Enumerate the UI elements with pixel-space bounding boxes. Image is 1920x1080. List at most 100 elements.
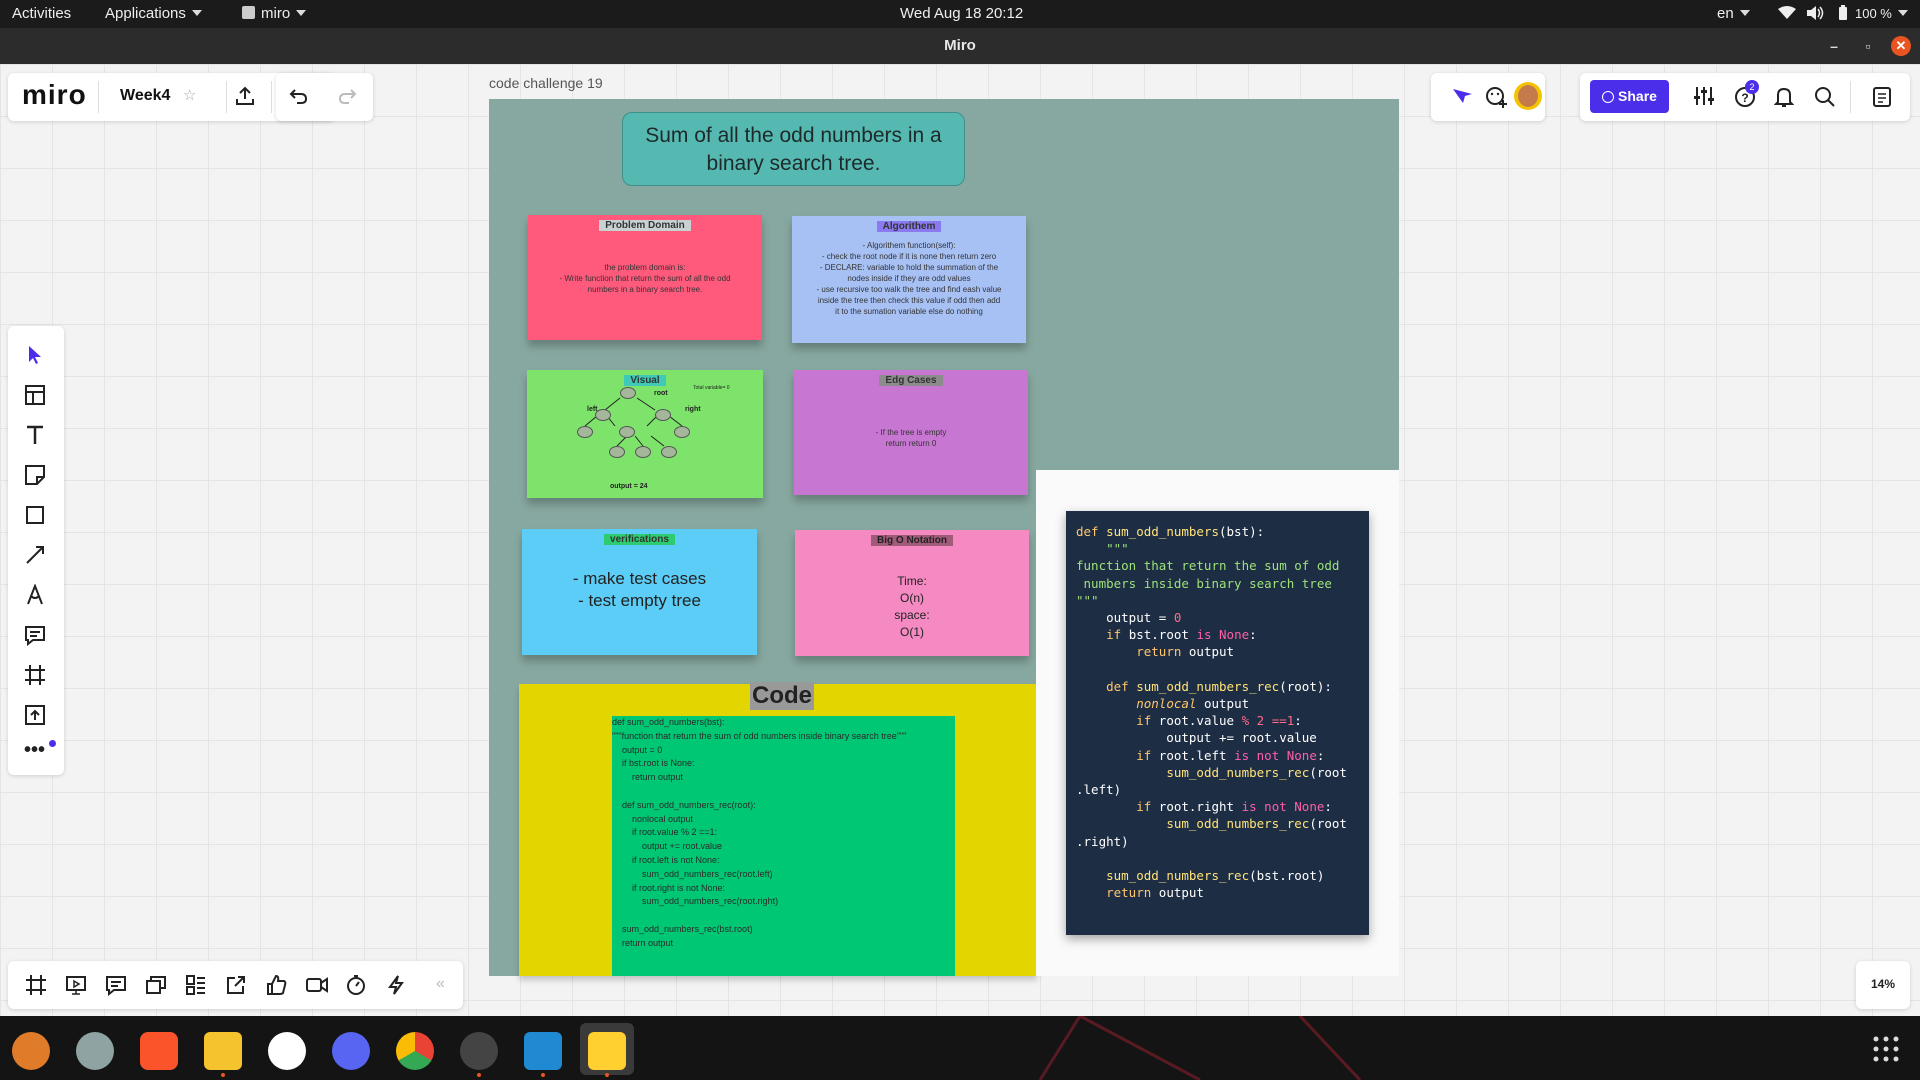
discord-icon[interactable] [332, 1032, 370, 1070]
wallpaper-lines [1038, 1016, 1362, 1080]
battery-icon[interactable] [1838, 5, 1848, 25]
sticky-line: - make test cases [572, 569, 707, 588]
frame-title[interactable]: code challenge 19 [489, 75, 603, 91]
search-icon[interactable] [1814, 86, 1836, 113]
app-menu-label: miro [261, 5, 291, 22]
divider [226, 81, 227, 113]
tree-node [609, 446, 625, 458]
collapse-icon[interactable]: « [436, 975, 445, 993]
chat-icon[interactable] [105, 974, 127, 1001]
code-heading[interactable]: Code [750, 682, 814, 710]
presentation-icon[interactable] [65, 974, 87, 1001]
settings-sliders-icon[interactable] [1693, 86, 1715, 111]
sticky-visual[interactable]: Visual Total variable= 0 root left right… [527, 370, 763, 498]
sticky-heading: Problem Domain [599, 220, 691, 231]
frames-icon[interactable] [25, 974, 47, 1001]
sticky-algorithm[interactable]: Algorithem - Algorithem function(self): … [792, 216, 1026, 343]
tree-node [635, 446, 651, 458]
sticky-body: - Algorithem function(self): - check the… [792, 240, 1026, 317]
wifi-icon[interactable] [1778, 6, 1796, 24]
minimize-icon[interactable]: – [1824, 36, 1844, 56]
sticky-big-o[interactable]: Big O Notation Time: O(n) space: O(1) [795, 530, 1029, 656]
volume-icon[interactable] [1806, 6, 1824, 24]
clock[interactable]: Wed Aug 18 20:12 [900, 5, 1023, 22]
settings-app-icon[interactable] [76, 1032, 114, 1070]
miro-small-icon [242, 6, 255, 19]
brave-browser-icon[interactable] [140, 1032, 178, 1070]
share-screen-icon[interactable] [225, 974, 247, 1001]
miro-app-icon[interactable] [588, 1032, 626, 1070]
ubuntu-software-icon[interactable] [12, 1032, 50, 1070]
avatar[interactable] [1514, 82, 1542, 110]
code-text-block[interactable]: def sum_odd_numbers(bst): """function th… [612, 716, 955, 976]
globe-icon [1602, 91, 1615, 103]
files-app-icon[interactable] [204, 1032, 242, 1070]
templates-icon[interactable] [24, 384, 48, 408]
tree-node [577, 426, 593, 438]
sticky-line: - If the tree is empty [875, 428, 947, 437]
lightning-icon[interactable] [385, 974, 407, 1001]
slack-icon[interactable] [268, 1032, 306, 1070]
reactions-icon[interactable] [1451, 87, 1473, 112]
app-menu[interactable]: miro [242, 5, 307, 22]
zoom-panel[interactable]: 14% [1856, 961, 1910, 1009]
shape-tool-icon[interactable] [24, 504, 48, 528]
running-indicator [541, 1073, 545, 1077]
text-tool-icon[interactable] [24, 424, 48, 448]
board-name[interactable]: Week4 [120, 87, 170, 105]
kanban-icon[interactable] [185, 974, 207, 1001]
connector-line-icon[interactable] [24, 544, 48, 568]
sticky-line: - use recursive too walk the tree and fi… [816, 285, 1002, 294]
sticky-line: - test empty tree [578, 591, 701, 610]
select-tool-icon[interactable] [24, 344, 48, 368]
share-button[interactable]: Share [1590, 80, 1669, 113]
applications-menu[interactable]: Applications [105, 5, 202, 22]
board-canvas[interactable]: miro Week4 ☆ Share ? 2 ••• « 14% code ch… [0, 64, 1920, 1016]
battery-percentage[interactable]: 100 % [1855, 6, 1908, 21]
close-icon[interactable]: ✕ [1891, 36, 1911, 56]
sticky-note-icon[interactable] [24, 464, 48, 488]
miro-logo[interactable]: miro [22, 79, 87, 111]
frame-tool-icon[interactable] [24, 664, 48, 688]
cards-icon[interactable] [145, 974, 167, 1001]
sticky-line: the problem domain is: [604, 263, 686, 272]
upload-icon[interactable] [24, 704, 48, 728]
sticky-verifications[interactable]: verifications - make test cases - test e… [522, 529, 757, 655]
comment-icon[interactable] [24, 624, 48, 648]
video-call-icon[interactable] [305, 974, 329, 1001]
terminal-icon[interactable] [460, 1032, 498, 1070]
chrome-icon[interactable] [396, 1032, 434, 1070]
pen-tool-icon[interactable] [24, 583, 48, 608]
vscode-icon[interactable] [524, 1032, 562, 1070]
sticky-line: - check the root node if it is none then… [821, 252, 997, 261]
maximize-icon[interactable]: ▫ [1858, 36, 1878, 56]
activities-button[interactable]: Activities [12, 5, 71, 22]
board-list-icon[interactable] [1872, 86, 1892, 113]
timer-icon[interactable] [345, 974, 367, 1001]
window-title: Miro [944, 37, 976, 54]
redo-icon[interactable] [337, 86, 359, 111]
right-toolbar-panel: Share ? 2 [1580, 73, 1910, 121]
divider [271, 81, 272, 113]
collaboration-toolbar: « [8, 961, 463, 1009]
running-indicator [221, 1073, 225, 1077]
undo-icon[interactable] [287, 86, 309, 111]
running-indicator [477, 1073, 481, 1077]
language-indicator[interactable]: en [1717, 5, 1750, 22]
star-icon[interactable]: ☆ [183, 86, 196, 104]
export-icon[interactable] [234, 85, 256, 112]
board-heading-shape[interactable]: Sum of all the odd numbers in a binary s… [622, 112, 965, 186]
chevron-down-icon [1897, 10, 1908, 16]
sticky-line: it to the sumation variable else do noth… [835, 307, 983, 316]
bell-icon[interactable] [1773, 86, 1795, 113]
sticky-line: inside the tree then check this value if… [817, 296, 1001, 305]
add-collaborator-icon[interactable] [1485, 86, 1509, 113]
sticky-edge-cases[interactable]: Edg Cases - If the tree is empty return … [794, 370, 1028, 495]
code-screenshot-image[interactable]: def sum_odd_numbers(bst): """ function t… [1066, 511, 1369, 935]
sticky-line: space: [894, 608, 930, 622]
more-tools-icon[interactable]: ••• [24, 740, 48, 768]
show-applications-icon[interactable] [1873, 1036, 1899, 1062]
creation-toolbar: ••• [8, 326, 64, 775]
sticky-problem-domain[interactable]: Problem Domain the problem domain is: - … [528, 215, 762, 340]
thumbs-up-icon[interactable] [265, 974, 287, 1001]
